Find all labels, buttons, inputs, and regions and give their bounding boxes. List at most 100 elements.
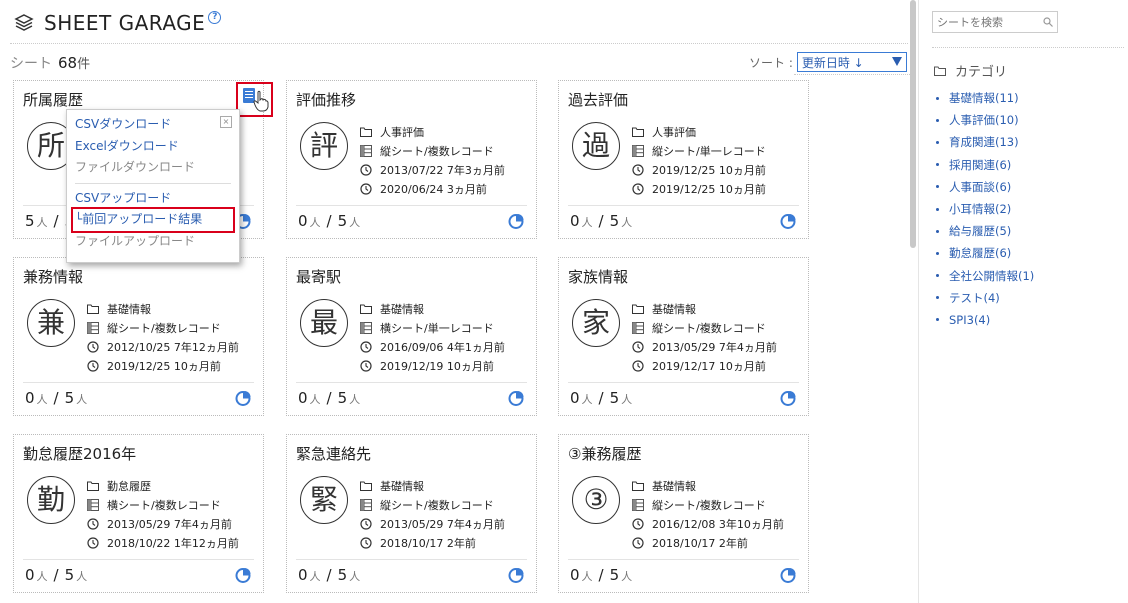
card-title[interactable]: 所属履歴	[23, 89, 83, 110]
pie-chart-icon[interactable]	[780, 390, 796, 406]
card-divider	[296, 559, 527, 560]
category-label[interactable]: 人事評価(10)	[949, 112, 1019, 128]
card-unit: 人	[349, 393, 361, 406]
category-label[interactable]: 基礎情報(11)	[949, 90, 1019, 106]
sheet-card[interactable]: 過去評価 過 人事評価 縦シート/単一レコード 2019/12/25 10ヵ月前…	[558, 80, 809, 239]
stack-logo-icon	[14, 14, 34, 31]
card-count-a: 0	[25, 389, 35, 407]
category-label[interactable]: 人事面談(6)	[949, 179, 1011, 195]
category-item[interactable]: 給与履歴(5)	[936, 220, 1034, 242]
category-label[interactable]: 全社公開情報(1)	[949, 268, 1034, 284]
card-title[interactable]: 過去評価	[568, 89, 628, 110]
search-input[interactable]	[932, 11, 1058, 33]
clock-icon	[87, 359, 99, 372]
card-count-b: 5	[64, 566, 75, 584]
card-title[interactable]: 兼務情報	[23, 266, 83, 287]
sort-value: 更新日時 ↓	[801, 55, 864, 70]
sort-control: ソート : 更新日時 ↓	[749, 52, 907, 72]
category-item[interactable]: 全社公開情報(1)	[936, 265, 1034, 287]
sheet-count-unit: 件	[77, 57, 91, 72]
grid-icon	[632, 321, 644, 334]
clock-icon	[87, 536, 99, 549]
category-label[interactable]: テスト(4)	[949, 290, 1000, 306]
sheet-card[interactable]: 家族情報 家 基礎情報 縦シート/複数レコード 2013/05/29 7年4ヵ月…	[558, 257, 809, 416]
category-item[interactable]: 人事面談(6)	[936, 176, 1034, 198]
category-item[interactable]: 人事評価(10)	[936, 109, 1034, 131]
card-title[interactable]: 最寄駅	[296, 266, 341, 287]
card-divider	[296, 205, 527, 206]
search-icon[interactable]	[1043, 17, 1053, 27]
grid-icon	[360, 144, 372, 157]
help-icon[interactable]: ?	[208, 10, 222, 24]
pie-chart-icon[interactable]	[508, 213, 524, 229]
card-count-a: 0	[298, 566, 308, 584]
menu-csv-download[interactable]: CSVダウンロード	[75, 115, 171, 133]
pie-chart-icon[interactable]	[508, 390, 524, 406]
card-updated: 2018/10/17 2年前	[380, 536, 476, 550]
card-title[interactable]: 評価推移	[296, 89, 356, 110]
card-sheet-type: 縦シート/複数レコード	[380, 144, 494, 158]
category-item[interactable]: SPI3(4)	[936, 309, 1034, 331]
category-label[interactable]: SPI3(4)	[949, 313, 990, 327]
card-unit: 人	[76, 393, 88, 406]
pie-chart-icon[interactable]	[235, 567, 251, 583]
menu-file-upload: ファイルアップロード	[75, 234, 196, 248]
category-item[interactable]: 採用関連(6)	[936, 154, 1034, 176]
card-category: 基礎情報	[652, 302, 696, 316]
clock-icon	[360, 163, 372, 176]
category-label[interactable]: 勤怠履歴(6)	[949, 245, 1011, 261]
pointer-hand-icon	[253, 90, 269, 112]
category-item[interactable]: 小耳情報(2)	[936, 198, 1034, 220]
category-item[interactable]: 育成関連(13)	[936, 131, 1034, 153]
card-unit: 人	[309, 570, 321, 583]
card-count-b: 5	[337, 389, 348, 407]
card-meta: 勤怠履歴 横シート/複数レコード 2013/05/29 7年4ヵ月前 2018/…	[87, 476, 239, 552]
sheet-actions-button[interactable]	[236, 82, 273, 117]
sheet-card[interactable]: 兼務情報 兼 基礎情報 縦シート/複数レコード 2012/10/25 7年12ヵ…	[13, 257, 264, 416]
category-label[interactable]: 採用関連(6)	[949, 157, 1011, 173]
card-unit: 人	[309, 393, 321, 406]
sort-select[interactable]: 更新日時 ↓	[796, 52, 907, 72]
category-list: 基礎情報(11) 人事評価(10) 育成関連(13) 採用関連(6) 人事面談(6) 小耳…	[936, 87, 1034, 331]
folder-icon	[934, 66, 946, 76]
pie-chart-icon[interactable]	[780, 567, 796, 583]
grid-icon	[87, 321, 99, 334]
sheet-card[interactable]: 勤怠履歴2016年 勤 勤怠履歴 横シート/複数レコード 2013/05/29 …	[13, 434, 264, 593]
category-label[interactable]: 育成関連(13)	[949, 134, 1019, 150]
sheet-card[interactable]: 緊急連絡先 緊 基礎情報 縦シート/複数レコード 2013/05/29 7年4ヵ…	[286, 434, 537, 593]
card-meta: 人事評価 縦シート/複数レコード 2013/07/22 7年3ヵ月前 2020/…	[360, 122, 505, 198]
category-label[interactable]: 給与履歴(5)	[949, 223, 1011, 239]
card-created: 2013/05/29 7年4ヵ月前	[380, 517, 505, 531]
card-updated: 2019/12/25 10ヵ月前	[652, 182, 766, 196]
category-item[interactable]: 勤怠履歴(6)	[936, 242, 1034, 264]
card-created: 2016/12/08 3年10ヵ月前	[652, 517, 784, 531]
sheet-card[interactable]: 最寄駅 最 基礎情報 横シート/単一レコード 2016/09/06 4年1ヵ月前…	[286, 257, 537, 416]
menu-csv-upload[interactable]: CSVアップロード	[75, 189, 171, 207]
pie-chart-icon[interactable]	[508, 567, 524, 583]
card-meta: 人事評価 縦シート/単一レコード 2019/12/25 10ヵ月前 2019/1…	[632, 122, 766, 198]
pie-chart-icon[interactable]	[780, 213, 796, 229]
bullet-icon	[936, 274, 939, 278]
close-icon[interactable]: ×	[220, 116, 232, 128]
card-title[interactable]: 勤怠履歴2016年	[23, 443, 136, 464]
sheet-actions-menu: × CSVダウンロード Excelダウンロード ファイルダウンロード CSVアッ…	[66, 109, 240, 263]
card-sheet-type: 縦シート/複数レコード	[652, 321, 766, 335]
card-title[interactable]: 家族情報	[568, 266, 628, 287]
menu-excel-download[interactable]: Excelダウンロード	[75, 137, 179, 155]
clock-icon	[360, 536, 372, 549]
sheet-card[interactable]: 評価推移 評 人事評価 縦シート/複数レコード 2013/07/22 7年3ヵ月…	[286, 80, 537, 239]
pie-chart-icon[interactable]	[235, 390, 251, 406]
scrollbar[interactable]	[910, 0, 916, 248]
sheet-count-number: 68	[58, 54, 78, 72]
clock-icon	[360, 182, 372, 195]
category-label[interactable]: 小耳情報(2)	[949, 201, 1011, 217]
category-item[interactable]: テスト(4)	[936, 287, 1034, 309]
sheet-card[interactable]: ③兼務履歴 ③ 基礎情報 縦シート/複数レコード 2016/12/08 3年10…	[558, 434, 809, 593]
clock-icon	[632, 182, 644, 195]
category-item[interactable]: 基礎情報(11)	[936, 87, 1034, 109]
card-title[interactable]: 緊急連絡先	[296, 443, 371, 464]
bullet-icon	[936, 96, 939, 100]
menu-file-download: ファイルダウンロード	[75, 160, 196, 174]
card-title[interactable]: ③兼務履歴	[568, 443, 641, 464]
card-footer: 0 人/5 人	[570, 389, 633, 407]
